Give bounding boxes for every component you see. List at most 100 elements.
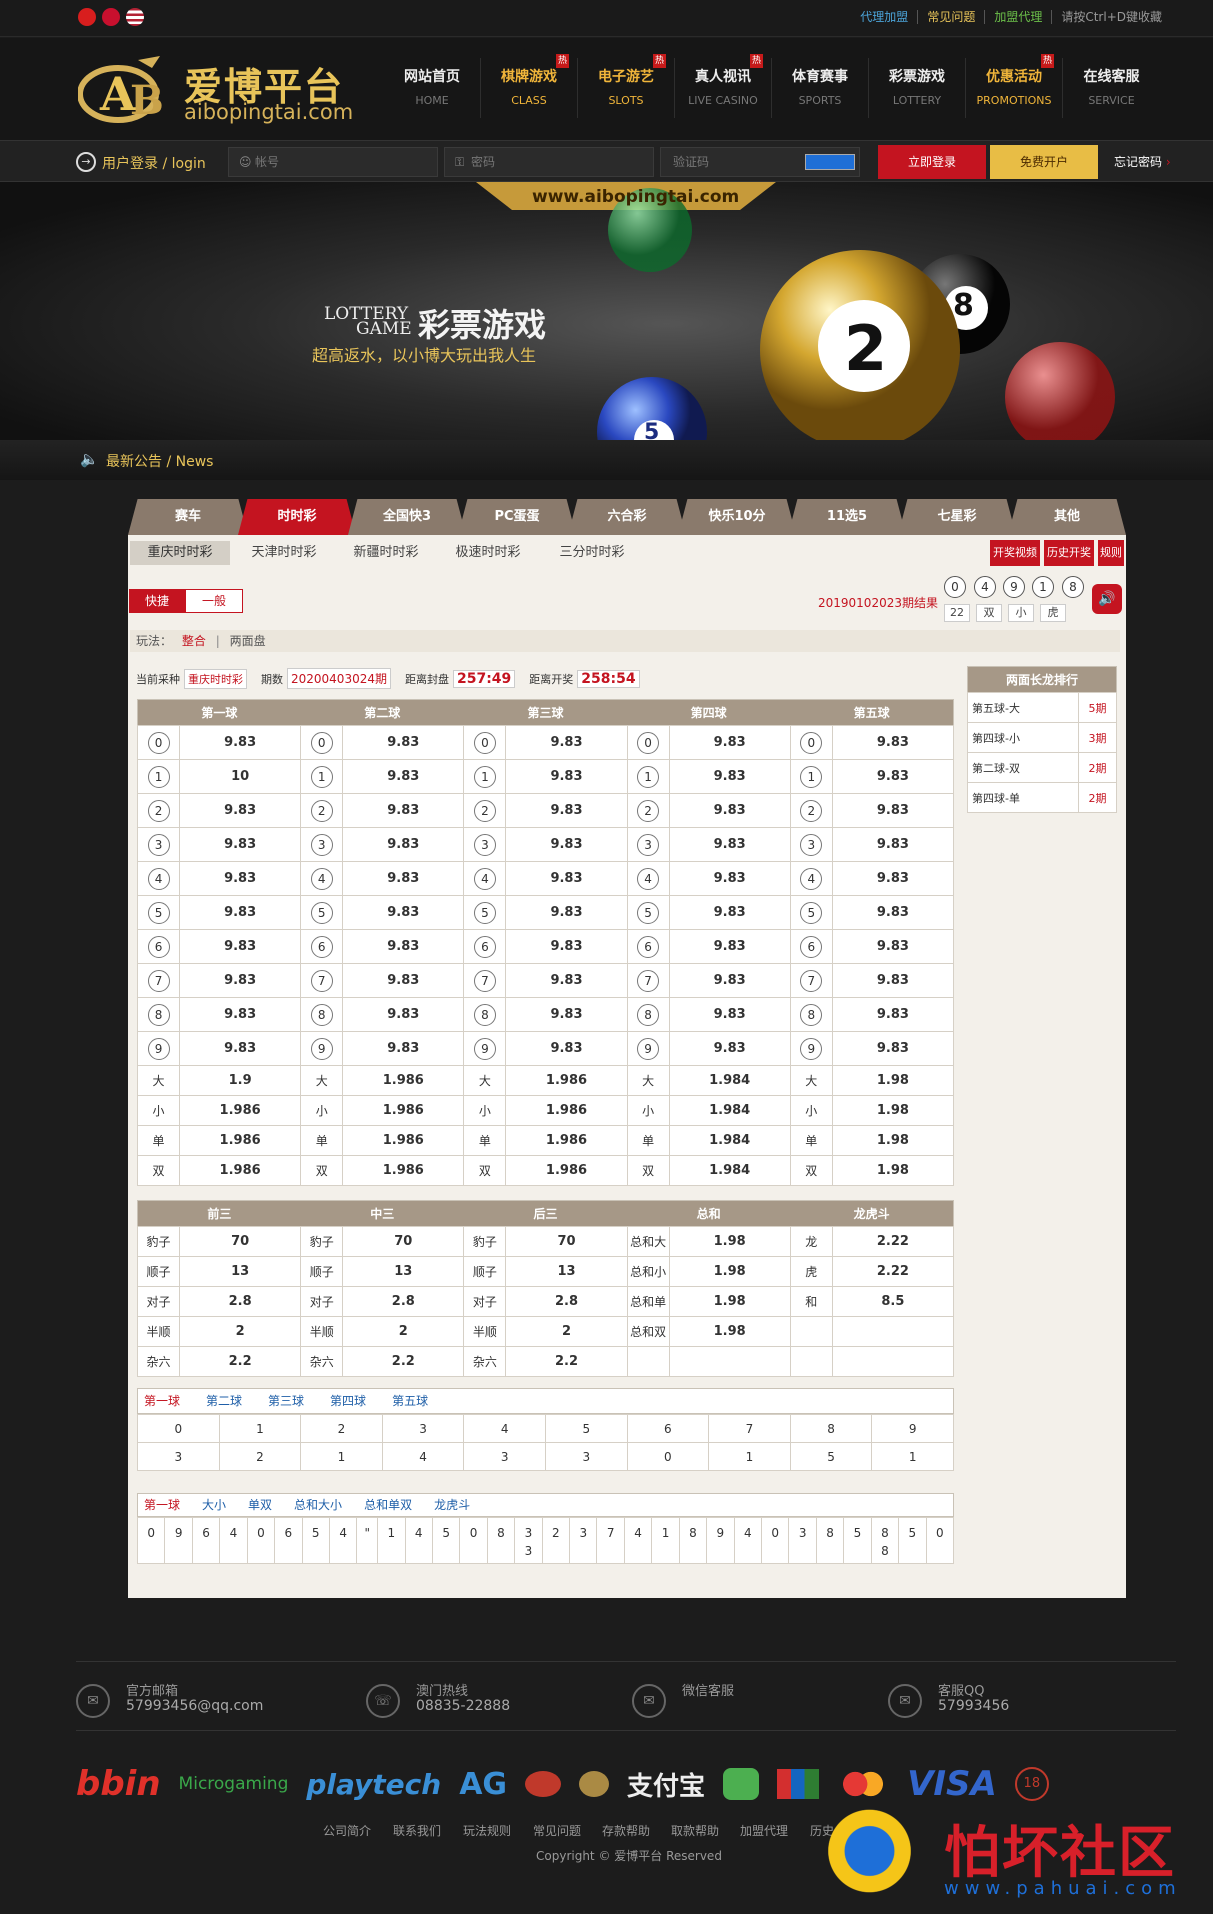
- us-flag-icon[interactable]: [126, 8, 144, 26]
- footer-link-withdraw[interactable]: 取款帮助: [671, 1822, 719, 1839]
- combo-label[interactable]: 总和大: [626, 1226, 670, 1257]
- bigsmall-label[interactable]: 双: [789, 1155, 833, 1186]
- odds-cell[interactable]: 1.986: [179, 1155, 302, 1186]
- odds-cell[interactable]: 1.986: [505, 1155, 628, 1186]
- odds-cell[interactable]: 9.83: [342, 861, 465, 896]
- odds-cell[interactable]: 2.22: [831, 1226, 955, 1257]
- digit-cell[interactable]: 2: [463, 793, 507, 828]
- nav-class[interactable]: 热棋牌游戏 CLASS: [481, 54, 578, 118]
- odds-cell[interactable]: 9.83: [831, 929, 955, 964]
- odds-cell[interactable]: 9.83: [179, 997, 302, 1032]
- bigsmall-label[interactable]: 大: [300, 1065, 344, 1096]
- odds-cell[interactable]: 9.83: [342, 895, 465, 930]
- digit-cell[interactable]: 9: [463, 1031, 507, 1066]
- digit-cell[interactable]: 3: [300, 827, 344, 862]
- odds-cell[interactable]: 9.83: [505, 759, 628, 794]
- odds-cell[interactable]: 9.83: [668, 963, 791, 998]
- odds-cell[interactable]: 9.83: [831, 1031, 955, 1066]
- digit-cell[interactable]: 5: [300, 895, 344, 930]
- digit-cell[interactable]: 2: [136, 793, 181, 828]
- odds-cell[interactable]: 9.83: [831, 861, 955, 896]
- odds-cell[interactable]: 9.83: [831, 725, 955, 760]
- digit-cell[interactable]: 9: [136, 1031, 181, 1066]
- digit-cell[interactable]: 4: [789, 861, 833, 896]
- nav-sports[interactable]: 体育赛事 SPORTS: [772, 58, 869, 118]
- digit-cell[interactable]: 0: [463, 725, 507, 760]
- odds-cell[interactable]: 9.83: [505, 895, 628, 930]
- digit-cell[interactable]: 8: [300, 997, 344, 1032]
- odds-cell[interactable]: 9.83: [342, 793, 465, 828]
- odds-cell[interactable]: 1.98: [831, 1095, 955, 1126]
- odds-cell[interactable]: 9.83: [668, 929, 791, 964]
- bigsmall-label[interactable]: 单: [463, 1125, 507, 1156]
- odds-cell[interactable]: 9.83: [342, 759, 465, 794]
- footer-email-value[interactable]: 57993456@qq.com: [126, 1698, 263, 1714]
- odds-cell[interactable]: 9.83: [342, 997, 465, 1032]
- nav-slots[interactable]: 热电子游艺 SLOTS: [578, 54, 675, 118]
- bigsmall-label[interactable]: 双: [626, 1155, 670, 1186]
- odds-cell[interactable]: 9.83: [179, 929, 302, 964]
- top-link-agent[interactable]: 代理加盟: [851, 10, 917, 24]
- bigsmall-label[interactable]: 大: [626, 1065, 670, 1096]
- draw-video-button[interactable]: 开奖视频: [990, 540, 1040, 566]
- nav-promotions[interactable]: 热优惠活动 PROMOTIONS: [966, 54, 1063, 118]
- sound-icon[interactable]: 🔊: [1092, 584, 1122, 614]
- digit-cell[interactable]: 1: [626, 759, 670, 794]
- odds-cell[interactable]: 70: [505, 1226, 628, 1257]
- odds-cell[interactable]: 2.22: [831, 1256, 955, 1287]
- combo-label[interactable]: 总和双: [626, 1316, 670, 1347]
- odds-cell[interactable]: 9.83: [342, 827, 465, 862]
- odds-cell[interactable]: 9.83: [505, 963, 628, 998]
- odds-cell[interactable]: 1.986: [505, 1125, 628, 1156]
- mode-normal-button[interactable]: 一般: [185, 589, 243, 613]
- logo-icon[interactable]: A B: [78, 54, 176, 124]
- odds-cell[interactable]: 9.83: [179, 963, 302, 998]
- odds-cell[interactable]: 9.83: [668, 861, 791, 896]
- tab-11x5[interactable]: 11选5: [788, 499, 906, 535]
- odds-cell[interactable]: 2.2: [505, 1346, 628, 1377]
- draw-history-button[interactable]: 历史开奖: [1044, 540, 1094, 566]
- tab-ssc[interactable]: 时时彩: [238, 499, 356, 535]
- play-integrated[interactable]: 整合: [182, 634, 206, 648]
- subtab-3min-ssc[interactable]: 三分时时彩: [544, 541, 640, 565]
- digit-cell[interactable]: 3: [136, 827, 181, 862]
- combo-label[interactable]: 豹子: [463, 1226, 507, 1257]
- bigsmall-label[interactable]: 单: [626, 1125, 670, 1156]
- digit-cell[interactable]: 7: [789, 963, 833, 998]
- digit-cell[interactable]: 4: [136, 861, 181, 896]
- trend-tab-dragon-tiger[interactable]: 龙虎斗: [434, 1494, 470, 1516]
- footer-link-faq[interactable]: 常见问题: [533, 1822, 581, 1839]
- odds-cell[interactable]: 70: [342, 1226, 465, 1257]
- stat-tab-5[interactable]: 第五球: [392, 1389, 428, 1413]
- odds-cell[interactable]: 1.984: [668, 1095, 791, 1126]
- odds-cell[interactable]: 9.83: [668, 827, 791, 862]
- digit-cell[interactable]: 8: [136, 997, 181, 1032]
- odds-cell[interactable]: 9.83: [342, 929, 465, 964]
- bigsmall-label[interactable]: 双: [136, 1155, 181, 1186]
- captcha-input[interactable]: 验证码: [660, 147, 860, 177]
- trend-tab-bigsmall[interactable]: 大小: [202, 1494, 226, 1516]
- digit-cell[interactable]: 6: [463, 929, 507, 964]
- forgot-password-link[interactable]: 忘记密码 ›: [1114, 153, 1171, 170]
- combo-label[interactable]: 豹子: [300, 1226, 344, 1257]
- combo-label[interactable]: 对子: [463, 1286, 507, 1317]
- tab-seven-star[interactable]: 七星彩: [898, 499, 1016, 535]
- odds-cell[interactable]: 1.98: [668, 1316, 791, 1347]
- digit-cell[interactable]: 3: [789, 827, 833, 862]
- nav-lottery[interactable]: 彩票游戏 LOTTERY: [869, 58, 966, 118]
- odds-cell[interactable]: 9.83: [505, 793, 628, 828]
- subtab-xjssc[interactable]: 新疆时时彩: [338, 541, 434, 565]
- footer-link-agent[interactable]: 加盟代理: [740, 1822, 788, 1839]
- combo-label[interactable]: 虎: [789, 1256, 833, 1287]
- combo-label[interactable]: 半顺: [300, 1316, 344, 1347]
- odds-cell[interactable]: 1.986: [342, 1065, 465, 1096]
- odds-cell[interactable]: 2: [179, 1316, 302, 1347]
- footer-qq-value[interactable]: 57993456: [938, 1698, 1009, 1714]
- captcha-image[interactable]: [805, 154, 855, 170]
- bigsmall-label[interactable]: 单: [789, 1125, 833, 1156]
- odds-cell[interactable]: 1.98: [668, 1256, 791, 1287]
- odds-cell[interactable]: 1.9: [179, 1065, 302, 1096]
- digit-cell[interactable]: 0: [626, 725, 670, 760]
- odds-cell[interactable]: 8.5: [831, 1286, 955, 1317]
- odds-cell[interactable]: 70: [179, 1226, 302, 1257]
